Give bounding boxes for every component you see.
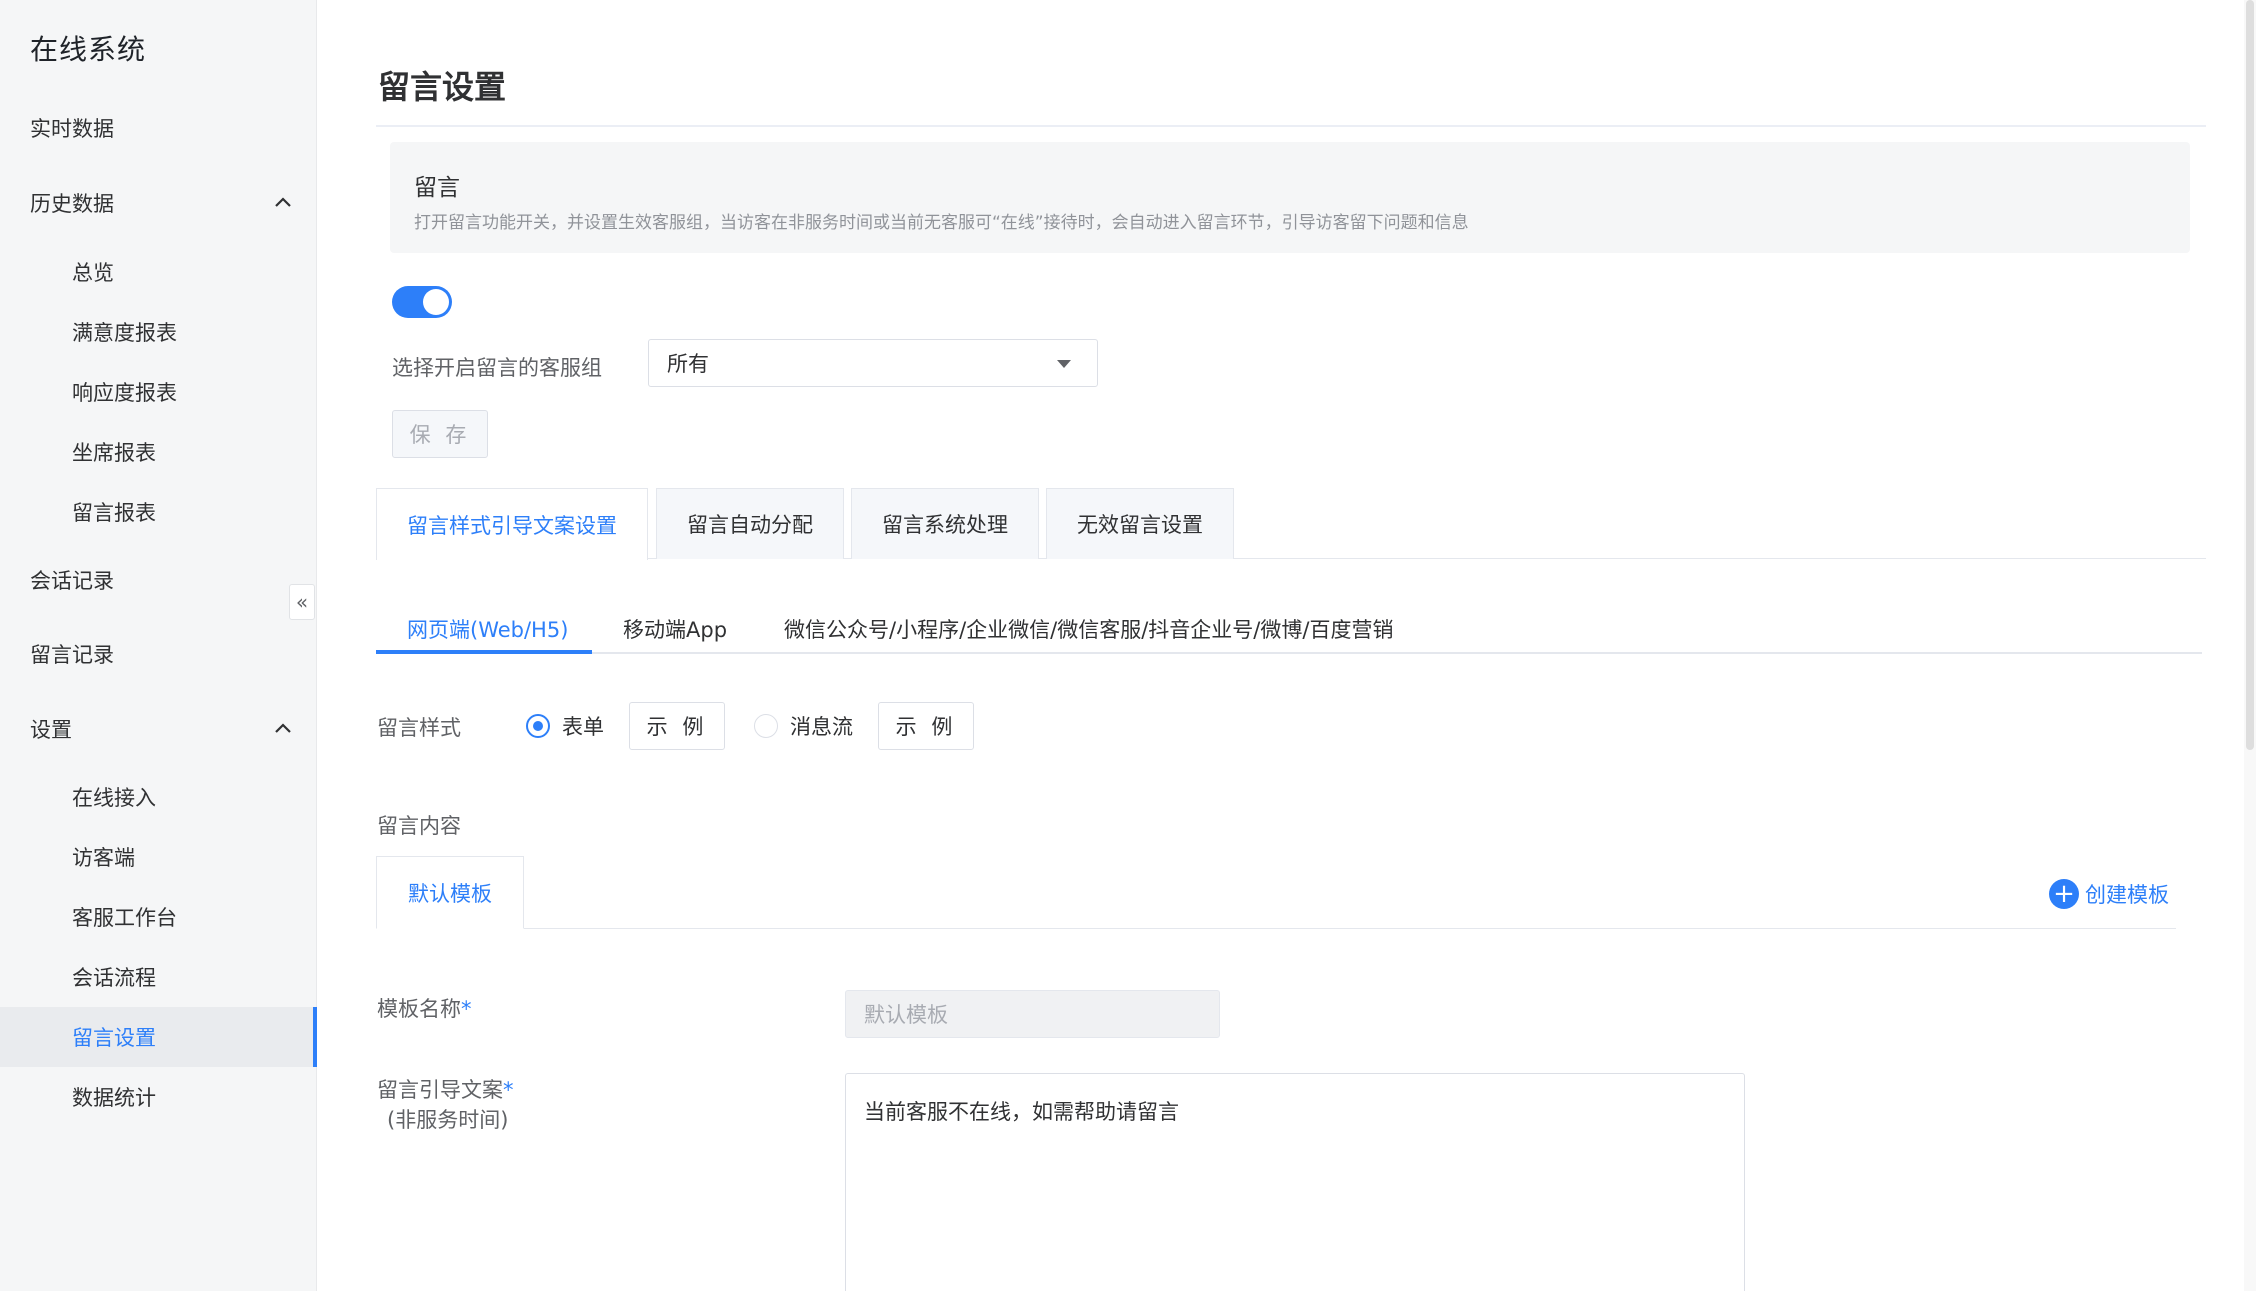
- template-name-input[interactable]: 默认模板: [845, 990, 1220, 1038]
- nav-history[interactable]: 历史数据: [0, 173, 317, 233]
- template-name-label: 模板名称*: [377, 993, 472, 1023]
- group-select-value: 所有: [667, 352, 709, 376]
- chevron-up-icon: [275, 197, 291, 207]
- guide-label-line2: (非服务时间): [387, 1108, 509, 1132]
- nav-settings[interactable]: 设置: [0, 699, 317, 759]
- caret-down-icon: [1057, 360, 1071, 368]
- nav-overview[interactable]: 总览: [0, 242, 317, 302]
- main-content: 留言设置 留言 打开留言功能开关，并设置生效客服组，当访客在非服务时间或当前无客…: [318, 0, 2256, 1291]
- sub-tab-app[interactable]: 移动端App: [623, 606, 727, 652]
- nav-message-report[interactable]: 留言报表: [0, 482, 317, 542]
- tab-style-guide[interactable]: 留言样式引导文案设置: [376, 488, 648, 560]
- nav-sessions[interactable]: 会话记录: [0, 550, 317, 610]
- nav-session-flow[interactable]: 会话流程: [0, 947, 317, 1007]
- group-select[interactable]: 所有: [648, 339, 1098, 387]
- section-title: 留言: [414, 175, 460, 201]
- nav-workbench[interactable]: 客服工作台: [0, 887, 317, 947]
- nav-history-label: 历史数据: [30, 192, 114, 216]
- guide-text-label: 留言引导文案* (非服务时间): [377, 1075, 514, 1135]
- create-template-label: 创建模板: [2085, 883, 2169, 907]
- template-tabs-divider: [376, 928, 2176, 929]
- plus-circle-icon: +: [2049, 879, 2079, 909]
- title-divider: [376, 125, 2206, 127]
- nav-visitor[interactable]: 访客端: [0, 827, 317, 887]
- nav-response-report[interactable]: 响应度报表: [0, 362, 317, 422]
- template-name-label-text: 模板名称: [377, 997, 461, 1021]
- page-scrollbar[interactable]: [2244, 0, 2256, 1291]
- collapse-sidebar-icon[interactable]: «: [289, 584, 315, 620]
- nav-agent-report[interactable]: 坐席报表: [0, 422, 317, 482]
- group-select-label: 选择开启留言的客服组: [392, 356, 602, 380]
- radio-message-stream-label[interactable]: 消息流: [790, 711, 853, 741]
- chevron-up-icon: [275, 723, 291, 733]
- tab-auto-assign[interactable]: 留言自动分配: [656, 488, 844, 559]
- scrollbar-thumb[interactable]: [2246, 0, 2254, 750]
- nav-satisfaction-report[interactable]: 满意度报表: [0, 302, 317, 362]
- radio-form[interactable]: [526, 714, 550, 738]
- tab-system-handling[interactable]: 留言系统处理: [851, 488, 1039, 559]
- create-template-button[interactable]: + 创建模板: [2049, 878, 2169, 910]
- sub-tab-ink-bar: [376, 650, 592, 654]
- section-description: 打开留言功能开关，并设置生效客服组，当访客在非服务时间或当前无客服可“在线”接待…: [414, 213, 1469, 233]
- sub-tabs-divider: [376, 652, 2202, 654]
- radio-message-stream[interactable]: [754, 714, 778, 738]
- sub-tab-web[interactable]: 网页端(Web/H5): [407, 606, 568, 652]
- content-label: 留言内容: [377, 814, 461, 838]
- tab-invalid-message[interactable]: 无效留言设置: [1046, 488, 1234, 559]
- required-mark: *: [461, 997, 472, 1021]
- info-box: 留言 打开留言功能开关，并设置生效客服组，当访客在非服务时间或当前无客服可“在线…: [390, 142, 2190, 253]
- required-mark: *: [503, 1078, 514, 1102]
- example-form-button[interactable]: 示 例: [629, 702, 725, 750]
- nav-settings-label: 设置: [30, 718, 72, 742]
- app-title: 在线系统: [30, 33, 147, 66]
- save-button[interactable]: 保 存: [392, 410, 488, 458]
- page-title: 留言设置: [378, 68, 507, 106]
- nav-messages[interactable]: 留言记录: [0, 624, 317, 684]
- nav-online-access[interactable]: 在线接入: [0, 767, 317, 827]
- guide-text-textarea[interactable]: 当前客服不在线，如需帮助请留言: [845, 1073, 1745, 1291]
- style-label: 留言样式: [377, 716, 461, 740]
- guide-label-line1: 留言引导文案: [377, 1078, 503, 1102]
- message-toggle-switch[interactable]: [392, 286, 452, 318]
- tabs-divider: [376, 558, 2206, 559]
- tab-default-template[interactable]: 默认模板: [376, 856, 524, 929]
- sub-tab-social[interactable]: 微信公众号/小程序/企业微信/微信客服/抖音企业号/微博/百度营销: [784, 606, 1393, 652]
- example-stream-button[interactable]: 示 例: [878, 702, 974, 750]
- nav-realtime[interactable]: 实时数据: [0, 98, 317, 158]
- nav-data-stats[interactable]: 数据统计: [0, 1067, 317, 1127]
- radio-form-label[interactable]: 表单: [562, 711, 604, 741]
- sidebar: 在线系统 实时数据 历史数据 总览 满意度报表 响应度报表 坐席报表 留言报表 …: [0, 0, 317, 1291]
- switch-knob: [423, 289, 449, 315]
- nav-message-settings[interactable]: 留言设置: [0, 1007, 317, 1067]
